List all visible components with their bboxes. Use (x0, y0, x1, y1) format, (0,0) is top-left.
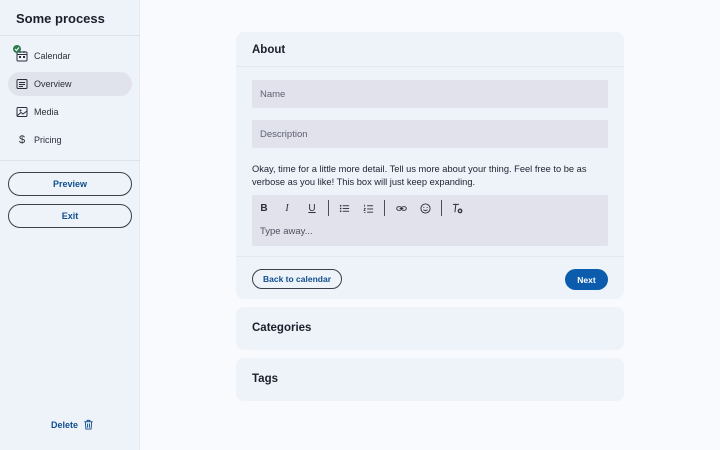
delete-button[interactable]: Delete (51, 419, 94, 430)
sidebar-item-label: Overview (34, 79, 72, 89)
editor-toolbar: B I U (252, 199, 608, 217)
trash-icon (84, 419, 93, 430)
rich-text-editor[interactable]: B I U Type away... (252, 195, 608, 246)
editor-placeholder: Type away... (260, 226, 313, 237)
sidebar-item-overview[interactable]: Overview (8, 72, 132, 96)
sidebar-divider (0, 160, 140, 161)
description-input[interactable]: Description (252, 120, 608, 148)
sidebar-item-label: Calendar (34, 51, 71, 61)
dollar-icon: $ (18, 134, 26, 146)
bullet-list-icon[interactable] (335, 199, 353, 217)
tags-title: Tags (252, 373, 278, 385)
toolbar-separator (384, 200, 385, 216)
categories-panel[interactable]: Categories (236, 307, 624, 350)
sidebar-divider (0, 35, 140, 36)
sidebar-item-label: Media (34, 107, 59, 117)
sidebar-item-calendar[interactable]: Calendar (8, 44, 132, 68)
overview-icon (16, 78, 28, 90)
sidebar-item-media[interactable]: Media (8, 100, 132, 124)
numbered-list-icon[interactable] (359, 199, 377, 217)
image-icon (16, 106, 28, 118)
clear-formatting-icon[interactable] (448, 199, 466, 217)
emoji-icon[interactable] (416, 199, 434, 217)
bold-button[interactable]: B (255, 199, 273, 217)
sidebar: Some process Calendar Overview Media $ P… (0, 0, 140, 450)
underline-button[interactable]: U (303, 199, 321, 217)
description-placeholder: Description (260, 128, 308, 140)
calendar-icon (13, 45, 28, 62)
sidebar-item-pricing[interactable]: $ Pricing (8, 128, 132, 152)
back-to-calendar-button[interactable]: Back to calendar (252, 269, 342, 289)
sidebar-nav: Calendar Overview Media $ Pricing (8, 44, 132, 156)
tags-panel[interactable]: Tags (236, 358, 624, 401)
next-button[interactable]: Next (565, 269, 608, 290)
about-header-divider (236, 66, 624, 67)
name-input[interactable]: Name (252, 80, 608, 108)
sidebar-item-label: Pricing (34, 135, 62, 145)
about-panel: About Name Description Okay, time for a … (236, 32, 624, 299)
link-icon[interactable] (392, 199, 410, 217)
preview-button[interactable]: Preview (8, 172, 132, 196)
categories-title: Categories (252, 322, 312, 334)
exit-button[interactable]: Exit (8, 204, 132, 228)
toolbar-separator (328, 200, 329, 216)
name-placeholder: Name (260, 88, 286, 100)
completed-check-icon (13, 45, 21, 53)
about-title: About (252, 44, 286, 56)
about-help-text: Okay, time for a little more detail. Tel… (252, 164, 587, 187)
about-footer-divider (236, 256, 624, 257)
toolbar-separator (441, 200, 442, 216)
italic-button[interactable]: I (278, 199, 296, 217)
app-title: Some process (16, 11, 105, 26)
delete-label: Delete (51, 419, 79, 430)
